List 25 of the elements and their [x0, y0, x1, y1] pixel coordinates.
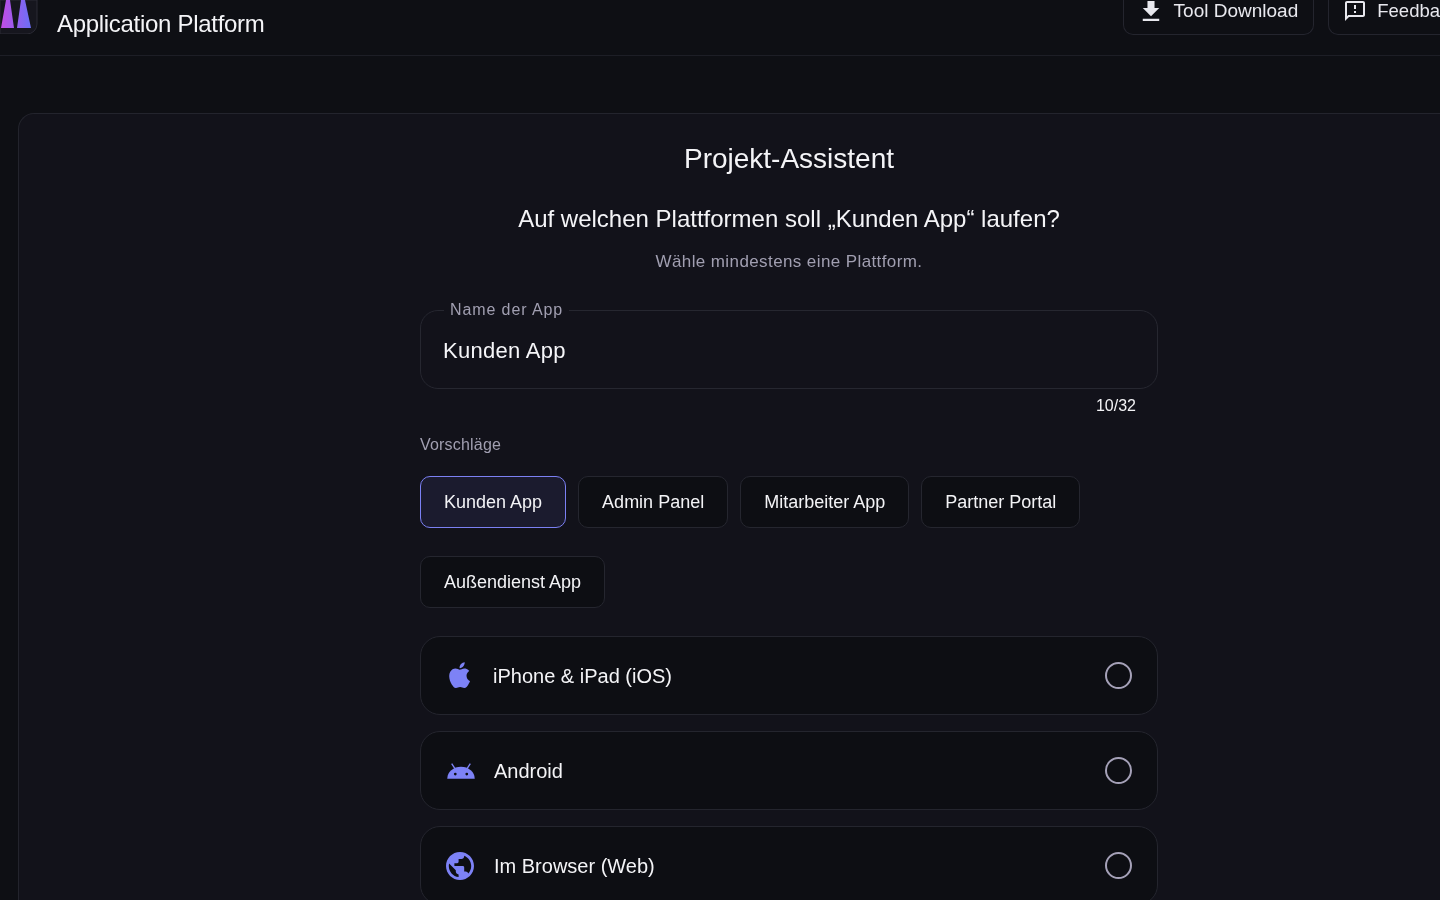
- question-heading: Auf welchen Plattformen soll „Kunden App“ laufen?: [517, 204, 1061, 234]
- download-icon: [1141, 0, 1160, 21]
- globe-icon: [446, 851, 474, 880]
- suggestion-chip[interactable]: Außendienst App: [420, 556, 606, 608]
- radio-button[interactable]: [1105, 757, 1132, 784]
- feedback-button[interactable]: Feedba: [1328, 0, 1440, 35]
- radio-button[interactable]: [1105, 662, 1132, 689]
- radio-button[interactable]: [1105, 852, 1132, 879]
- app-title: Application Platform: [57, 10, 265, 38]
- wizard-title: Projekt-Assistent: [682, 142, 896, 176]
- suggestion-chip[interactable]: Kunden App: [420, 476, 567, 528]
- android-head-icon: [446, 762, 476, 779]
- app-name-field[interactable]: Name der App Kunden App: [420, 301, 1158, 389]
- feedback-icon: [1345, 0, 1366, 21]
- platform-option[interactable]: Im Browser (Web): [420, 826, 1158, 900]
- download-button[interactable]: Tool Download: [1122, 0, 1315, 35]
- suggestion-chip[interactable]: Partner Portal: [921, 476, 1081, 528]
- character-counter: 10/32: [1094, 396, 1137, 416]
- suggestions-label: Vorschläge: [420, 435, 503, 455]
- platform-option[interactable]: Android: [420, 731, 1158, 810]
- suggestion-chip[interactable]: Admin Panel: [578, 476, 729, 528]
- apple-icon: [449, 662, 471, 689]
- platform-option[interactable]: iPhone & iPad (iOS): [420, 636, 1158, 715]
- suggestion-chip[interactable]: Mitarbeiter App: [740, 476, 910, 528]
- hint-text: Wähle mindestens eine Plattform.: [654, 251, 924, 273]
